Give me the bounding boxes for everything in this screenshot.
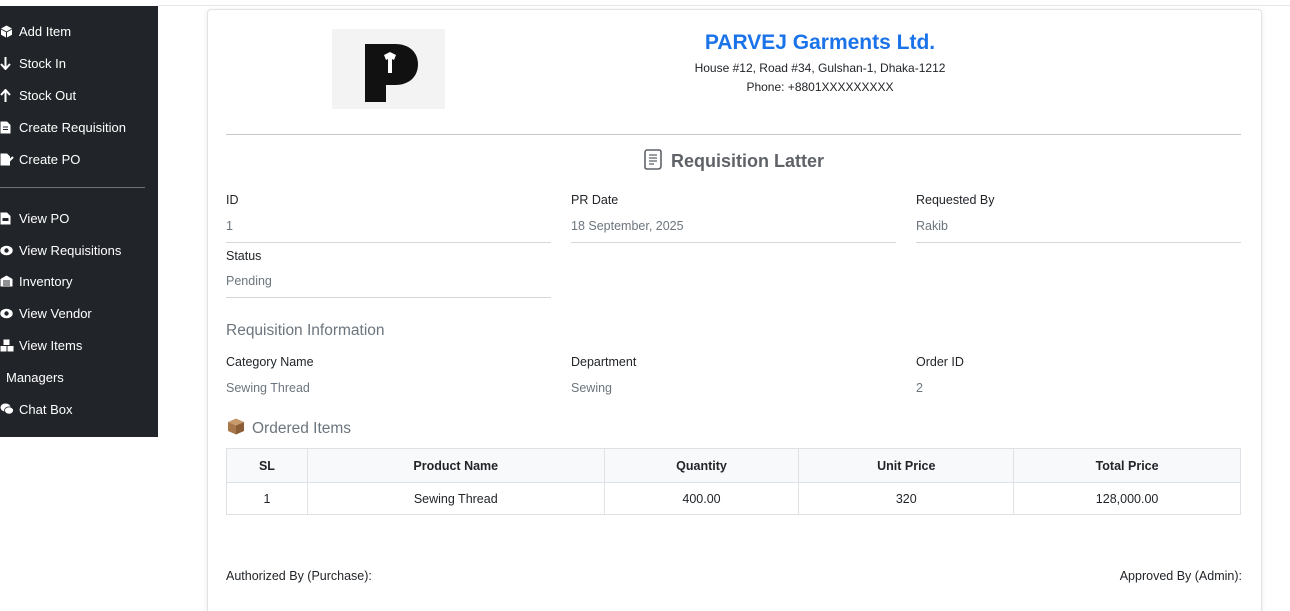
sidebar-item-label: View Requisitions [19,242,122,258]
company-header: PARVEJ Garments Ltd. House #12, Road #34… [600,30,1040,97]
warehouse-icon [0,275,19,287]
sidebar-item-view-vendor[interactable]: View Vendor [0,301,92,325]
cell-sl: 1 [226,482,308,515]
department-value: Sewing [571,381,612,395]
sidebar-item-label: Inventory [19,273,73,289]
document-title: Requisition Latter [226,148,1241,175]
company-phone: Phone: +8801XXXXXXXXX [746,80,894,94]
id-label: ID [226,193,239,207]
cell-quantity: 400.00 [603,482,800,515]
boxes-icon [0,339,19,352]
requested-by-label: Requested By [916,193,995,207]
pr-date-value: 18 September, 2025 [571,219,896,243]
authorized-by-label: Authorized By (Purchase): [226,569,372,583]
cell-total-price: 128,000.00 [1013,482,1241,515]
sidebar-item-label: View PO [19,210,70,226]
sidebar-item-view-items[interactable]: View Items [0,333,82,357]
order-id-label: Order ID [916,355,964,369]
arrow-up-icon [0,88,19,102]
sidebar-item-create-requisition[interactable]: Create Requisition [0,115,126,139]
requisition-info-title: Requisition Information [226,322,385,339]
sidebar-item-add-item[interactable]: Add Item [0,19,71,43]
id-value: 1 [226,219,551,243]
ordered-items-title: Ordered Items [252,420,352,437]
column-header-unit-price: Unit Price [798,448,1015,483]
sidebar-item-label: Stock Out [19,87,77,103]
sidebar-item-chat-box[interactable]: Chat Box [0,397,72,421]
sidebar-item-label: Create PO [19,151,81,167]
sidebar-item-view-po[interactable]: View PO [0,206,69,230]
sidebar-divider [0,187,145,188]
sidebar-item-stock-out[interactable]: Stock Out [0,83,76,107]
table-row: 1 Sewing Thread 400.00 320 128,000.00 [226,482,1241,515]
company-address: House #12, Road #34, Gulshan-1, Dhaka-12… [694,61,946,75]
category-value: Sewing Thread [226,381,310,395]
column-header-total-price: Total Price [1013,448,1241,483]
order-id-value: 2 [916,381,923,395]
sidebar-item-stock-in[interactable]: Stock In [0,51,66,75]
column-header-sl: SL [226,448,308,483]
sidebar-item-label: View Items [19,337,83,353]
header-divider [226,134,1241,135]
status-label: Status [226,249,262,263]
column-header-quantity: Quantity [603,448,800,483]
sidebar-item-label: Chat Box [19,401,73,417]
cell-product-name: Sewing Thread [306,482,605,515]
table-header-row: SL Product Name Quantity Unit Price Tota… [226,448,1241,483]
sidebar-item-label: View Vendor [19,305,92,321]
department-label: Department [571,355,637,369]
ordered-items-heading: Ordered Items [226,417,351,441]
sidebar-item-create-po[interactable]: Create PO [0,147,80,171]
sidebar-item-label: Create Requisition [19,119,126,135]
sidebar-item-label: Add Item [19,23,72,39]
approved-by-label: Approved By (Admin): [1119,569,1242,583]
company-logo [332,29,445,109]
file-icon [0,121,19,134]
sidebar-item-view-requisitions[interactable]: View Requisitions [0,238,121,262]
cell-unit-price: 320 [798,482,1015,515]
eye-icon [0,245,19,256]
box-icon [0,25,19,38]
top-border [158,5,1290,6]
company-name: PARVEJ Garments Ltd. [704,31,936,54]
ordered-items-table: SL Product Name Quantity Unit Price Tota… [226,448,1241,515]
file-invoice-icon [0,212,19,225]
file-signature-icon [0,153,19,166]
sidebar-item-managers[interactable]: Managers [6,365,64,389]
package-icon [226,417,246,441]
pr-date-label: PR Date [571,193,619,207]
document-title-text: Requisition Latter [670,151,824,171]
scroll-icon [643,148,663,175]
sidebar-item-label: Managers [6,369,64,385]
eye-icon [0,308,19,319]
category-label: Category Name [226,355,314,369]
column-header-product-name: Product Name [306,448,605,483]
comments-icon [0,403,19,415]
requested-by-value: Rakib [916,219,1241,243]
arrow-down-icon [0,56,19,70]
sidebar: Add Item Stock In Stock Out Create Requi… [0,6,158,437]
sidebar-item-inventory[interactable]: Inventory [0,269,72,293]
status-value: Pending [226,274,551,298]
sidebar-item-label: Stock In [19,55,66,71]
